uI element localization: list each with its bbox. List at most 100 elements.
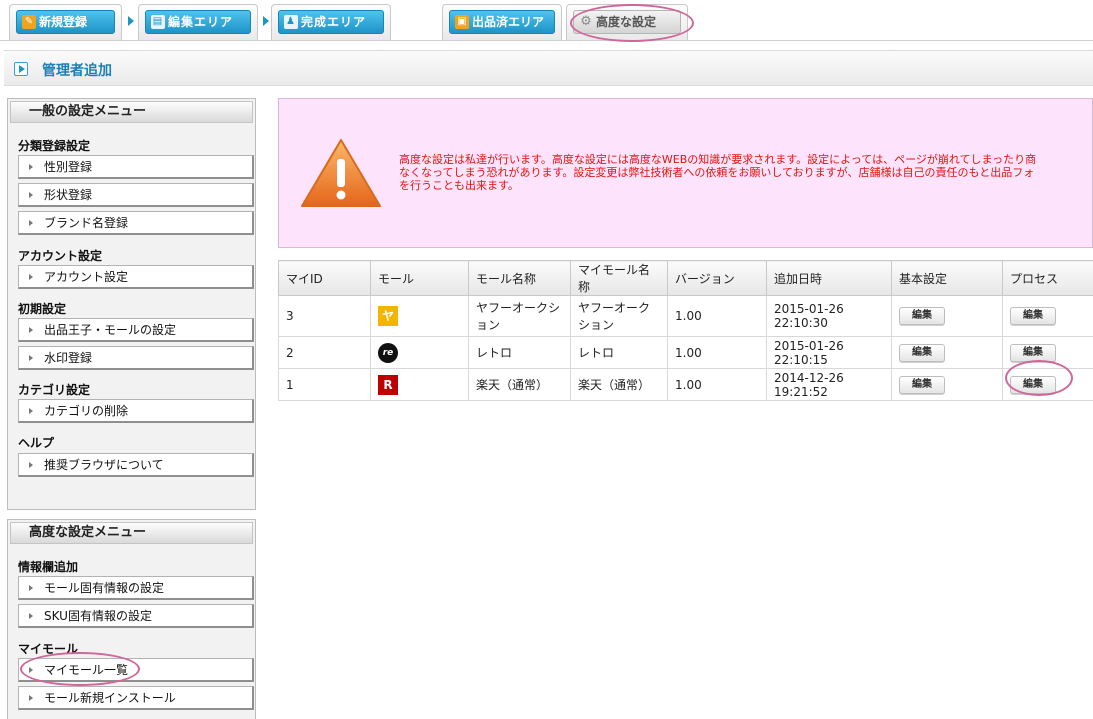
- menu-item-label: マイモール一覧: [44, 663, 129, 677]
- caret-right-icon: [29, 462, 33, 468]
- top-nav: ✎ 新規登録 ▤ 編集エリア ♟ 完成エリア ▣ 出品済エリア ⚙ 高度な設定: [0, 0, 1093, 42]
- process-edit-button[interactable]: 編集: [1010, 375, 1056, 394]
- menu-item-brand[interactable]: ブランド名登録: [18, 211, 254, 235]
- process-edit-button[interactable]: 編集: [1010, 307, 1056, 325]
- cell-version: 1.00: [667, 295, 767, 337]
- menu-item-label: ブランド名登録: [44, 216, 129, 230]
- table-header-row: マイID モール モール名称 マイモール名称 バージョン 追加日時 基本設定 プ…: [278, 260, 1093, 296]
- table-row: 1 R 楽天（通常） 楽天（通常） 1.00 2014-12-26 19:21:…: [278, 368, 1093, 401]
- tab-advanced-settings[interactable]: ⚙ 高度な設定: [566, 4, 688, 40]
- cell-mall: re: [370, 336, 469, 369]
- warning-line: を行うことも出来ます。: [399, 179, 519, 192]
- menu-item-label: 形状登録: [44, 188, 93, 202]
- list-icon: ▤: [151, 15, 165, 29]
- col-header-basic: 基本設定: [891, 260, 1003, 296]
- warning-message: 高度な設定は私達が行います。高度な設定には高度なWEBの知識が要求されます。設定…: [399, 153, 1093, 192]
- cell-id: 3: [278, 295, 371, 337]
- chevron-right-icon: [128, 16, 134, 26]
- tab-label: 新規登録: [39, 15, 88, 29]
- basic-edit-button[interactable]: 編集: [899, 343, 945, 362]
- cell-basic: 編集: [891, 368, 1003, 401]
- tab-complete-area[interactable]: ♟ 完成エリア: [271, 4, 391, 40]
- menu-item-account[interactable]: アカウント設定: [18, 265, 254, 289]
- table-row: 2 re レトロ レトロ 1.00 2015-01-26 22:10:15 編集…: [278, 336, 1093, 369]
- gear-icon: ⚙: [580, 14, 592, 29]
- caret-right-icon: [29, 327, 33, 333]
- cell-version: 1.00: [667, 336, 767, 369]
- caret-right-icon: [29, 274, 33, 280]
- menu-item-gender[interactable]: 性別登録: [18, 155, 254, 179]
- general-settings-menu: 一般の設定メニュー 分類登録設定 性別登録 形状登録 ブランド名登録 アカウント…: [7, 98, 256, 510]
- col-header-added: 追加日時: [766, 260, 892, 296]
- menu-item-label: 出品王子・モールの設定: [44, 323, 177, 337]
- col-header-mall: モール: [370, 260, 469, 296]
- my-mall-table: マイID モール モール名称 マイモール名称 バージョン 追加日時 基本設定 プ…: [278, 260, 1093, 401]
- menu-item-category-delete[interactable]: カテゴリの削除: [18, 399, 254, 423]
- page-header: 管理者追加: [4, 50, 1093, 86]
- tab-listed-area[interactable]: ▣ 出品済エリア: [442, 4, 562, 40]
- section-label: 初期設定: [18, 302, 67, 316]
- tab-edit-area[interactable]: ▤ 編集エリア: [138, 4, 258, 40]
- cell-basic: 編集: [891, 336, 1003, 369]
- basic-edit-button[interactable]: 編集: [899, 307, 945, 325]
- cell-process: 編集: [1002, 368, 1093, 401]
- menu-item-label: アカウント設定: [44, 270, 129, 284]
- menu-item-mall-install[interactable]: モール新規インストール: [18, 686, 254, 710]
- cell-basic: 編集: [891, 295, 1003, 337]
- tab-label: 出品済エリア: [472, 15, 545, 29]
- panel-title: 高度な設定メニュー: [10, 522, 253, 544]
- col-header-version: バージョン: [667, 260, 767, 296]
- col-header-my-mall-name: マイモール名称: [570, 260, 668, 296]
- menu-item-label: SKU固有情報の設定: [44, 609, 152, 623]
- section-label: 情報欄追加: [18, 560, 79, 574]
- caret-right-icon: [29, 695, 33, 701]
- basic-edit-button[interactable]: 編集: [899, 375, 945, 394]
- process-edit-button[interactable]: 編集: [1010, 343, 1056, 362]
- tab-new-registration[interactable]: ✎ 新規登録: [9, 4, 122, 40]
- cell-my-mall-name: レトロ: [570, 336, 668, 369]
- col-header-id: マイID: [278, 260, 371, 296]
- page-title: 管理者追加: [42, 63, 112, 79]
- cell-mall-name: 楽天（通常）: [468, 368, 571, 401]
- yahoo-auction-icon: ヤ: [378, 306, 398, 326]
- people-icon: ♟: [284, 15, 298, 29]
- menu-item-label: 推奨ブラウザについて: [44, 458, 164, 472]
- caret-right-icon: [29, 220, 33, 226]
- section-label: ヘルプ: [18, 436, 55, 450]
- cell-mall: ヤ: [370, 295, 469, 337]
- menu-item-browser[interactable]: 推奨ブラウザについて: [18, 453, 254, 477]
- menu-item-label: 水印登録: [44, 351, 93, 365]
- cell-process: 編集: [1002, 295, 1093, 337]
- menu-item-watermark[interactable]: 水印登録: [18, 346, 254, 370]
- cell-added: 2014-12-26 19:21:52: [766, 368, 892, 401]
- menu-item-my-mall-list[interactable]: マイモール一覧: [18, 658, 254, 682]
- caret-right-icon: [29, 613, 33, 619]
- warning-line: なくなってしまう恐れがあります。設定変更は弊社技術者への依頼をお願いしております…: [399, 166, 1035, 179]
- menu-item-label: 性別登録: [44, 160, 93, 174]
- caret-right-icon: [29, 585, 33, 591]
- chevron-right-icon: [263, 16, 269, 26]
- cell-process: 編集: [1002, 336, 1093, 369]
- caret-right-icon: [29, 164, 33, 170]
- caret-right-icon: [29, 667, 33, 673]
- table-row: 3 ヤ ヤフーオークション ヤフーオークション 1.00 2015-01-26 …: [278, 295, 1093, 337]
- cell-id: 2: [278, 336, 371, 369]
- tab-label: 完成エリア: [301, 15, 367, 29]
- advanced-settings-menu: 高度な設定メニュー 情報欄追加 モール固有情報の設定 SKU固有情報の設定 マイ…: [7, 519, 256, 719]
- section-label: マイモール: [18, 642, 79, 656]
- menu-item-sku-info[interactable]: SKU固有情報の設定: [18, 604, 254, 628]
- menu-item-label: モール固有情報の設定: [44, 581, 165, 595]
- menu-item-label: カテゴリの削除: [44, 404, 129, 418]
- col-header-mall-name: モール名称: [468, 260, 571, 296]
- menu-item-shape[interactable]: 形状登録: [18, 183, 254, 207]
- cell-my-mall-name: 楽天（通常）: [570, 368, 668, 401]
- section-label: カテゴリ設定: [18, 383, 91, 397]
- warning-panel: 高度な設定は私達が行います。高度な設定には高度なWEBの知識が要求されます。設定…: [278, 98, 1093, 248]
- cell-id: 1: [278, 368, 371, 401]
- tab-label: 編集エリア: [168, 15, 234, 29]
- menu-item-mall-settings[interactable]: 出品王子・モールの設定: [18, 318, 254, 342]
- tab-label: 高度な設定: [596, 15, 657, 29]
- warning-line: 高度な設定は私達が行います。高度な設定には高度なWEBの知識が要求されます。設定…: [399, 153, 1037, 166]
- caret-right-icon: [29, 192, 33, 198]
- menu-item-mall-info[interactable]: モール固有情報の設定: [18, 576, 254, 600]
